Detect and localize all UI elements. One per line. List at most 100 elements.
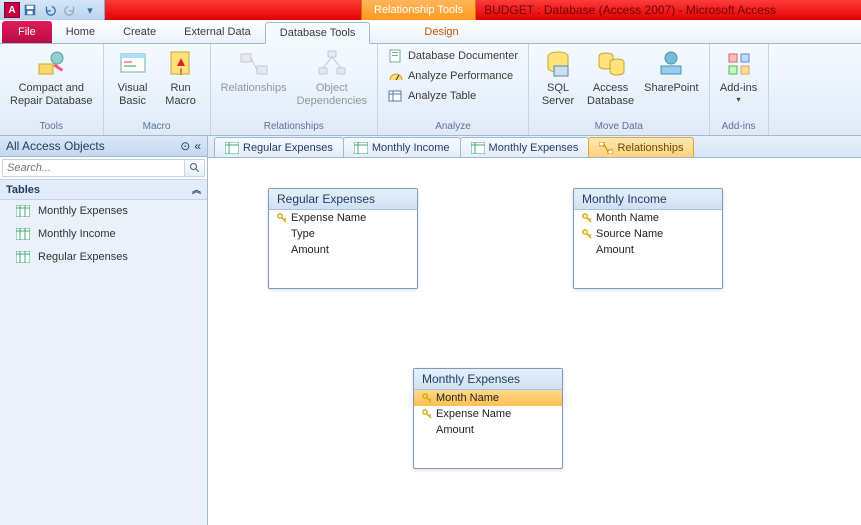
table-title: Monthly Income [574, 189, 722, 210]
key-icon [422, 393, 432, 403]
search-icon[interactable] [185, 159, 205, 177]
field-name: Source Name [596, 228, 663, 240]
field-name: Amount [596, 244, 634, 256]
group-tools: Compact and Repair Database Tools [0, 44, 104, 135]
table-icon [16, 228, 30, 240]
sql-server-icon [542, 48, 574, 80]
sql-server-button[interactable]: SQL Server [535, 46, 581, 107]
run-macro-icon: ! [165, 48, 197, 80]
table-icon [225, 142, 239, 154]
tab-design[interactable]: Design [410, 21, 472, 43]
table-box-regular-expenses[interactable]: Regular Expenses Expense NameTypeAmount [268, 188, 418, 289]
tab-home[interactable]: Home [52, 21, 109, 43]
tab-database-tools[interactable]: Database Tools [265, 22, 371, 44]
group-label: Move Data [535, 119, 703, 133]
table-field[interactable]: Expense Name [414, 406, 562, 422]
group-macro: Visual Basic ! Run Macro Macro [104, 44, 211, 135]
relationships-icon [599, 142, 613, 154]
redo-icon[interactable] [60, 1, 80, 19]
save-icon[interactable] [20, 1, 40, 19]
table-icon [16, 251, 30, 263]
table-field[interactable]: Amount [574, 242, 722, 258]
doc-tab-relationships[interactable]: Relationships [588, 137, 694, 157]
tab-external-data[interactable]: External Data [170, 21, 265, 43]
sharepoint-icon [655, 48, 687, 80]
doc-tab-regular-expenses[interactable]: Regular Expenses [214, 137, 344, 157]
table-field[interactable]: Type [269, 226, 417, 242]
relationships-button: Relationships [217, 46, 291, 95]
table-box-monthly-income[interactable]: Monthly Income Month Name Source Name Amou… [573, 188, 723, 289]
app-icon[interactable]: A [4, 2, 20, 18]
analyze-table-icon [388, 88, 404, 104]
field-name: Expense Name [291, 212, 366, 224]
table-box-monthly-expenses[interactable]: Monthly Expenses Month Name Expense Name A… [413, 368, 563, 469]
table-field[interactable]: Amount [414, 422, 562, 438]
nav-item-label: Monthly Income [38, 228, 116, 240]
window-title: BUDGET : Database (Access 2007) - Micros… [476, 0, 861, 20]
group-label: Macro [110, 119, 204, 133]
table-field[interactable]: Source Name [574, 226, 722, 242]
nav-pane-header[interactable]: All Access Objects ⊙« [0, 136, 207, 157]
relationships-canvas[interactable]: Regular Expenses Expense NameTypeAmount … [208, 158, 861, 525]
table-icon [471, 142, 485, 154]
ribbon: Compact and Repair Database Tools Visual… [0, 44, 861, 136]
table-field[interactable]: Month Name [574, 210, 722, 226]
work-area: Regular Expenses Monthly Income Monthly … [208, 136, 861, 525]
field-name: Amount [291, 244, 329, 256]
search-row [0, 157, 207, 180]
group-move-data: SQL Server Access Database SharePoint Mo… [529, 44, 710, 135]
title-bar: A ▾ Relationship Tools BUDGET : Database… [0, 0, 861, 20]
table-title: Monthly Expenses [414, 369, 562, 390]
field-name: Month Name [596, 212, 659, 224]
performance-icon [388, 68, 404, 84]
access-database-button[interactable]: Access Database [583, 46, 638, 107]
group-analyze: Database Documenter Analyze Performance … [378, 44, 529, 135]
dropdown-icon[interactable]: ⊙ [180, 139, 190, 153]
context-tool-label: Relationship Tools [361, 0, 476, 20]
collapse-icon[interactable]: « [194, 139, 201, 153]
field-name: Amount [436, 424, 474, 436]
compact-repair-button[interactable]: Compact and Repair Database [6, 46, 97, 107]
nav-item[interactable]: Regular Expenses [0, 246, 207, 269]
svg-text:!: ! [179, 67, 182, 77]
access-db-icon [595, 48, 627, 80]
collapse-icon: ︽ [192, 183, 201, 196]
group-label: Relationships [217, 119, 371, 133]
key-icon [582, 213, 592, 223]
key-icon [277, 213, 287, 223]
sharepoint-button[interactable]: SharePoint [640, 46, 702, 95]
object-dependencies-button: Object Dependencies [293, 46, 371, 107]
doc-tab-monthly-expenses[interactable]: Monthly Expenses [460, 137, 590, 157]
search-input[interactable] [2, 159, 185, 177]
nav-category-tables[interactable]: Tables︽ [0, 180, 207, 200]
field-name: Type [291, 228, 315, 240]
field-name: Expense Name [436, 408, 511, 420]
qat-dropdown-icon[interactable]: ▾ [80, 1, 100, 19]
nav-item[interactable]: Monthly Income [0, 223, 207, 246]
documenter-icon [388, 48, 404, 64]
tab-file[interactable]: File [2, 21, 52, 43]
key-icon [582, 229, 592, 239]
run-macro-button[interactable]: ! Run Macro [158, 46, 204, 107]
tab-create[interactable]: Create [109, 21, 170, 43]
vb-icon [117, 48, 149, 80]
doc-tab-monthly-income[interactable]: Monthly Income [343, 137, 461, 157]
visual-basic-button[interactable]: Visual Basic [110, 46, 156, 107]
table-field[interactable]: Month Name [414, 390, 562, 406]
nav-item-label: Monthly Expenses [38, 205, 128, 217]
nav-item-label: Regular Expenses [38, 251, 128, 263]
document-tabs: Regular Expenses Monthly Income Monthly … [208, 136, 861, 158]
database-documenter-button[interactable]: Database Documenter [384, 46, 522, 66]
analyze-table-button[interactable]: Analyze Table [384, 86, 522, 106]
undo-icon[interactable] [40, 1, 60, 19]
group-label: Analyze [384, 119, 522, 133]
group-addins: Add-ins▾ Add-ins [710, 44, 769, 135]
group-relationships: Relationships Object Dependencies Relati… [211, 44, 378, 135]
table-field[interactable]: Expense Name [269, 210, 417, 226]
quick-access-toolbar: A ▾ [0, 0, 105, 20]
table-field[interactable]: Amount [269, 242, 417, 258]
nav-item[interactable]: Monthly Expenses [0, 200, 207, 223]
addins-button[interactable]: Add-ins▾ [716, 46, 762, 104]
ribbon-tab-strip: File Home Create External Data Database … [0, 20, 861, 44]
analyze-performance-button[interactable]: Analyze Performance [384, 66, 522, 86]
